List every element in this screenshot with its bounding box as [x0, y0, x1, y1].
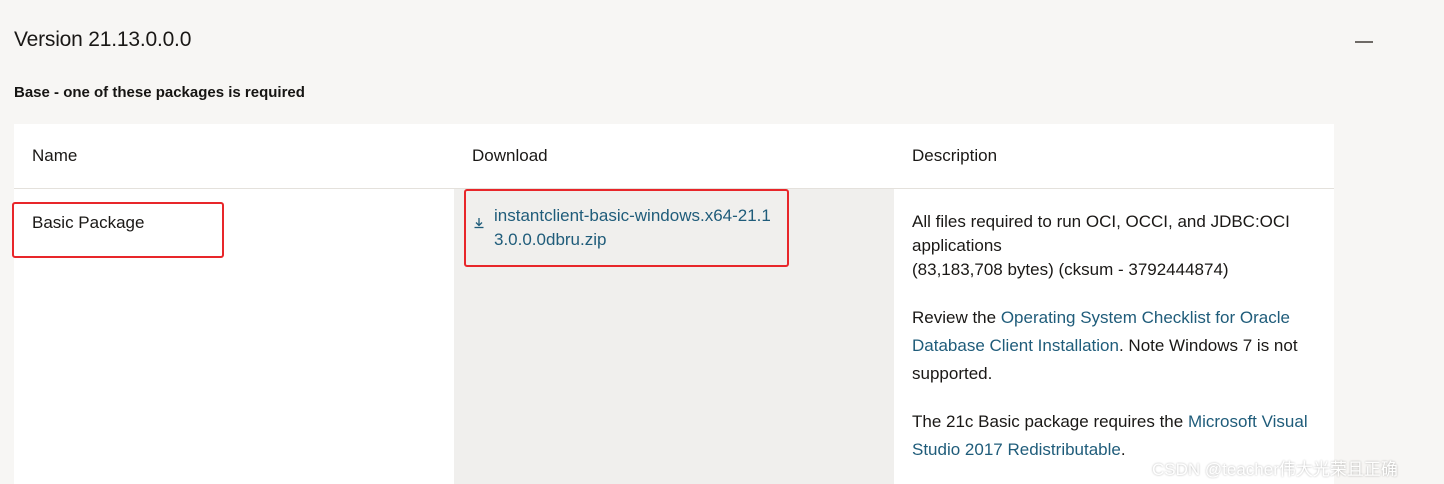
- description-size: (83,183,708 bytes) (cksum - 3792444874): [912, 260, 1229, 279]
- requirement-suffix: .: [1120, 440, 1126, 459]
- description-files: All files required to run OCI, OCCI, and…: [912, 210, 1322, 282]
- section-label: Base - one of these packages is required: [14, 84, 305, 101]
- table-header: Name Download Description: [14, 124, 1334, 189]
- review-prefix: Review the: [912, 308, 1001, 327]
- packages-table: Name Download Description Basic Package …: [14, 124, 1334, 484]
- download-icon: [474, 218, 484, 229]
- collapse-button[interactable]: [1353, 38, 1375, 48]
- header-description: Description: [912, 146, 998, 165]
- download-link[interactable]: instantclient-basic-windows.x64-21.13.0.…: [472, 204, 792, 252]
- watermark: CSDN @teacher伟大光荣且正确: [1152, 460, 1398, 479]
- minus-icon: [1355, 41, 1373, 43]
- download-filename: instantclient-basic-windows.x64-21.13.0.…: [494, 206, 771, 249]
- description-review: Review the Operating System Checklist fo…: [912, 304, 1322, 388]
- header-name: Name: [32, 146, 78, 165]
- package-description: All files required to run OCI, OCCI, and…: [912, 210, 1322, 464]
- requirement-prefix: The 21c Basic package requires the: [912, 412, 1188, 431]
- package-name: Basic Package: [32, 213, 145, 232]
- header-download: Download: [472, 146, 548, 165]
- version-title: Version 21.13.0.0.0: [14, 28, 192, 51]
- description-line1: All files required to run OCI, OCCI, and…: [912, 212, 1290, 255]
